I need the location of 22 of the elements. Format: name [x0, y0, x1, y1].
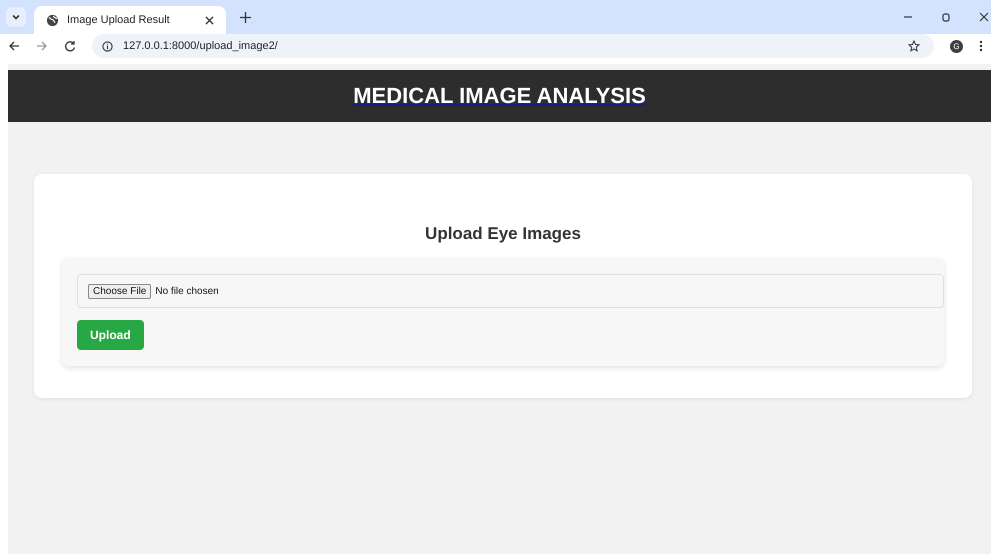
menu-icon[interactable] — [979, 40, 983, 52]
chevron-down-icon — [11, 12, 21, 22]
address-field[interactable]: 127.0.0.1:8000/upload_image2/ — [92, 34, 934, 58]
profile-avatar[interactable]: G — [950, 40, 963, 52]
bookmark-star-icon[interactable] — [908, 40, 920, 52]
back-icon[interactable] — [8, 40, 20, 52]
tab-title: Image Upload Result — [67, 14, 171, 26]
close-window-icon[interactable] — [979, 12, 989, 22]
forward-icon[interactable] — [36, 40, 48, 52]
restore-icon[interactable] — [941, 12, 951, 22]
reload-icon[interactable] — [64, 40, 76, 52]
tab-search-button[interactable] — [6, 7, 26, 27]
choose-file-button[interactable]: Choose File — [88, 284, 152, 298]
file-status: No file chosen — [155, 286, 219, 296]
globe-icon — [46, 14, 59, 26]
file-input[interactable]: Choose File No file chosen — [77, 274, 944, 308]
browser-tab[interactable]: Image Upload Result — [34, 6, 226, 34]
site-title-link[interactable]: MEDICAL IMAGE ANALYSIS — [353, 83, 646, 109]
new-tab-icon[interactable] — [240, 12, 251, 22]
section-heading: Upload Eye Images — [424, 224, 582, 244]
info-icon — [102, 40, 113, 52]
close-icon[interactable] — [205, 16, 214, 24]
